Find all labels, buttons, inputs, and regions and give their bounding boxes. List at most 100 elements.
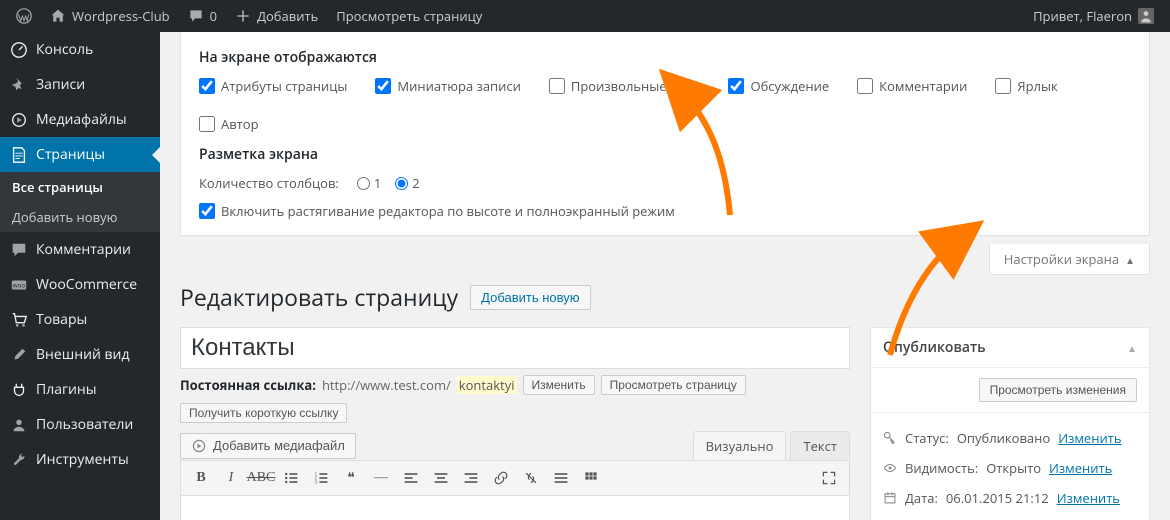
edit-date-link[interactable]: Изменить [1057, 489, 1120, 507]
tab-text[interactable]: Текст [790, 431, 850, 460]
preview-button[interactable]: Просмотреть изменения [979, 378, 1137, 402]
add-media-label: Добавить медиафайл [213, 438, 345, 453]
admin-bar: Wordpress-Club 0 Добавить Просмотреть ст… [0, 0, 1170, 32]
user-menu[interactable]: Привет, Flaeron [1025, 0, 1162, 32]
check-label: Обсуждение [750, 77, 829, 95]
sidebar-item-users[interactable]: Пользователи [0, 407, 160, 442]
sidebar-item-woocommerce[interactable]: woo WooCommerce [0, 267, 160, 302]
align-left-button[interactable] [397, 465, 425, 491]
comment-icon [10, 241, 28, 259]
quote-button[interactable]: ❝ [337, 465, 365, 491]
date-row: Дата: 06.01.2015 21:12 Изменить [883, 483, 1137, 513]
main-content: На экране отображаются Атрибуты страницы… [160, 32, 1170, 520]
hr-button[interactable]: — [367, 465, 395, 491]
metabox-checkboxes: Атрибуты страницы Миниатюра записи Произ… [199, 77, 1131, 133]
pages-submenu: Все страницы Добавить новую [0, 172, 160, 232]
get-shortlink-button[interactable]: Получить короткую ссылку [180, 403, 347, 423]
view-page-link[interactable]: Просмотреть страницу [328, 0, 490, 32]
comments-count: 0 [210, 7, 217, 25]
comments-link[interactable]: 0 [180, 0, 225, 32]
sidebar-item-posts[interactable]: Записи [0, 67, 160, 102]
sidebar-column: Опубликовать ▲ Просмотреть изменения Ста… [870, 327, 1150, 520]
sidebar-item-label: Товары [36, 310, 87, 329]
dashboard-icon [10, 41, 28, 59]
add-new-link[interactable]: Добавить [227, 0, 326, 32]
date-value: 06.01.2015 21:12 [946, 489, 1049, 507]
check-author[interactable]: Автор [199, 115, 259, 133]
sidebar-item-label: Медиафайлы [36, 110, 127, 129]
unlink-button[interactable] [517, 465, 545, 491]
woo-icon: woo [10, 276, 28, 294]
sidebar-item-plugins[interactable]: Плагины [0, 372, 160, 407]
brush-icon [10, 346, 28, 364]
more-button[interactable] [547, 465, 575, 491]
sidebar-item-tools[interactable]: Инструменты [0, 442, 160, 477]
view-page-button[interactable]: Просмотреть страницу [601, 375, 746, 395]
permalink-label: Постоянная ссылка: [180, 376, 316, 394]
check-label: Комментарии [879, 77, 967, 95]
edit-slug-button[interactable]: Изменить [523, 375, 595, 395]
align-right-button[interactable] [457, 465, 485, 491]
svg-text:3: 3 [315, 481, 318, 486]
publish-box: Опубликовать ▲ Просмотреть изменения Ста… [870, 327, 1150, 520]
site-link[interactable]: Wordpress-Club [42, 0, 178, 32]
check-label: Произвольные поля [571, 77, 701, 95]
sidebar-item-label: Записи [36, 75, 85, 94]
check-page-attributes[interactable]: Атрибуты страницы [199, 77, 347, 95]
edit-visibility-link[interactable]: Изменить [1049, 459, 1112, 477]
sidebar-item-label: Консоль [36, 40, 93, 59]
bold-button[interactable]: B [187, 465, 215, 491]
editor-content[interactable] [180, 496, 850, 520]
sidebar-item-appearance[interactable]: Внешний вид [0, 337, 160, 372]
fullscreen-button[interactable] [815, 465, 843, 491]
publish-heading[interactable]: Опубликовать ▲ [871, 328, 1149, 368]
media-icon [191, 438, 207, 454]
columns-2[interactable]: 2 [395, 174, 419, 192]
tab-visual[interactable]: Визуально [693, 431, 787, 460]
chevron-up-icon: ▲ [1125, 253, 1135, 267]
sidebar-item-pages[interactable]: Страницы [0, 137, 160, 172]
check-discussion[interactable]: Обсуждение [728, 77, 829, 95]
submenu-all-pages[interactable]: Все страницы [0, 172, 160, 202]
wp-logo[interactable] [8, 0, 40, 32]
plug-icon [10, 381, 28, 399]
align-center-button[interactable] [427, 465, 455, 491]
sidebar-item-media[interactable]: Медиафайлы [0, 102, 160, 137]
media-icon [10, 111, 28, 129]
pin-icon [10, 76, 28, 94]
show-on-screen-heading: На экране отображаются [199, 48, 1131, 67]
sidebar-item-products[interactable]: Товары [0, 302, 160, 337]
screen-options-tab[interactable]: Настройки экрана▲ [989, 244, 1150, 275]
status-row: Статус: Опубликовано Изменить [883, 423, 1137, 453]
link-button[interactable] [487, 465, 515, 491]
page-title: Редактировать страницу [180, 281, 458, 313]
sidebar-item-label: Инструменты [36, 450, 129, 469]
plus-icon [235, 8, 251, 24]
sidebar-item-label: Пользователи [36, 415, 133, 434]
edit-status-link[interactable]: Изменить [1058, 429, 1121, 447]
check-featured-image[interactable]: Миниатюра записи [375, 77, 520, 95]
eye-icon [883, 461, 897, 475]
sidebar-item-dashboard[interactable]: Консоль [0, 32, 160, 67]
ol-button[interactable]: 123 [307, 465, 335, 491]
check-editor-expand[interactable]: Включить растягивание редактора по высот… [199, 202, 675, 220]
permalink-url: http://www.test.com/ [322, 376, 451, 394]
ul-button[interactable] [277, 465, 305, 491]
editor-toolbar: B I ABC 123 ❝ — [180, 460, 850, 496]
check-comments[interactable]: Комментарии [857, 77, 967, 95]
layout-columns: Количество столбцов: 1 2 [199, 174, 1131, 192]
add-new-page-button[interactable]: Добавить новую [470, 285, 590, 310]
user-icon [10, 416, 28, 434]
italic-button[interactable]: I [217, 465, 245, 491]
check-custom-fields[interactable]: Произвольные поля [549, 77, 701, 95]
comment-icon [188, 8, 204, 24]
toolbar-toggle-button[interactable] [577, 465, 605, 491]
add-media-button[interactable]: Добавить медиафайл [180, 433, 356, 459]
strike-button[interactable]: ABC [247, 465, 275, 491]
sidebar-item-comments[interactable]: Комментарии [0, 232, 160, 267]
check-slug[interactable]: Ярлык [995, 77, 1057, 95]
submenu-add-page[interactable]: Добавить новую [0, 202, 160, 232]
check-label: Миниатюра записи [397, 77, 520, 95]
post-title-input[interactable] [180, 327, 850, 369]
columns-1[interactable]: 1 [357, 174, 381, 192]
